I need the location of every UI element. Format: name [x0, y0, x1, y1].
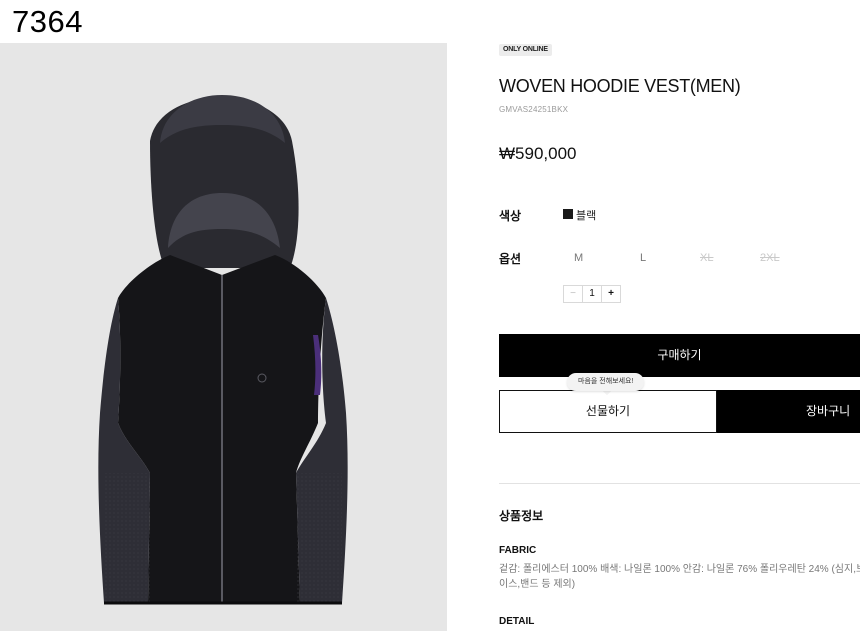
product-sku: GMVAS24251BKX — [499, 105, 569, 114]
color-swatch[interactable] — [563, 209, 573, 219]
detail-heading: DETAIL — [499, 616, 535, 627]
product-info-heading: 상품정보 — [499, 509, 544, 523]
size-option-2xl: 2XL — [760, 252, 780, 264]
only-online-badge: ONLY ONLINE — [499, 44, 552, 56]
cart-button[interactable]: 장바구니 — [717, 390, 860, 433]
vest-product-image — [98, 95, 348, 605]
option-label: 옵션 — [499, 252, 522, 266]
section-divider — [499, 483, 860, 484]
quantity-stepper: − 1 + — [563, 285, 621, 303]
page-id-label: 7364 — [12, 4, 83, 39]
gift-tooltip: 마음을 전해보세요! — [567, 373, 645, 391]
quantity-increase-button[interactable]: + — [601, 286, 620, 302]
size-option-m[interactable]: M — [574, 252, 583, 264]
product-image[interactable] — [0, 43, 447, 631]
quantity-value[interactable]: 1 — [583, 286, 601, 302]
fabric-heading: FABRIC — [499, 545, 537, 556]
gift-button[interactable]: 선물하기 — [499, 390, 717, 433]
quantity-decrease-button[interactable]: − — [564, 286, 583, 302]
size-option-l[interactable]: L — [640, 252, 646, 264]
size-option-xl: XL — [700, 252, 714, 264]
product-price: ₩590,000 — [499, 144, 577, 163]
product-title: WOVEN HOODIE VEST(MEN) — [499, 76, 741, 96]
buy-button[interactable]: 구매하기 — [499, 334, 860, 377]
color-name[interactable]: 블랙 — [576, 207, 596, 223]
fabric-description: 겉감: 폴리에스터 100% 배색: 나일론 100% 안감: 나일론 76% … — [499, 564, 860, 590]
color-label: 색상 — [499, 209, 522, 223]
